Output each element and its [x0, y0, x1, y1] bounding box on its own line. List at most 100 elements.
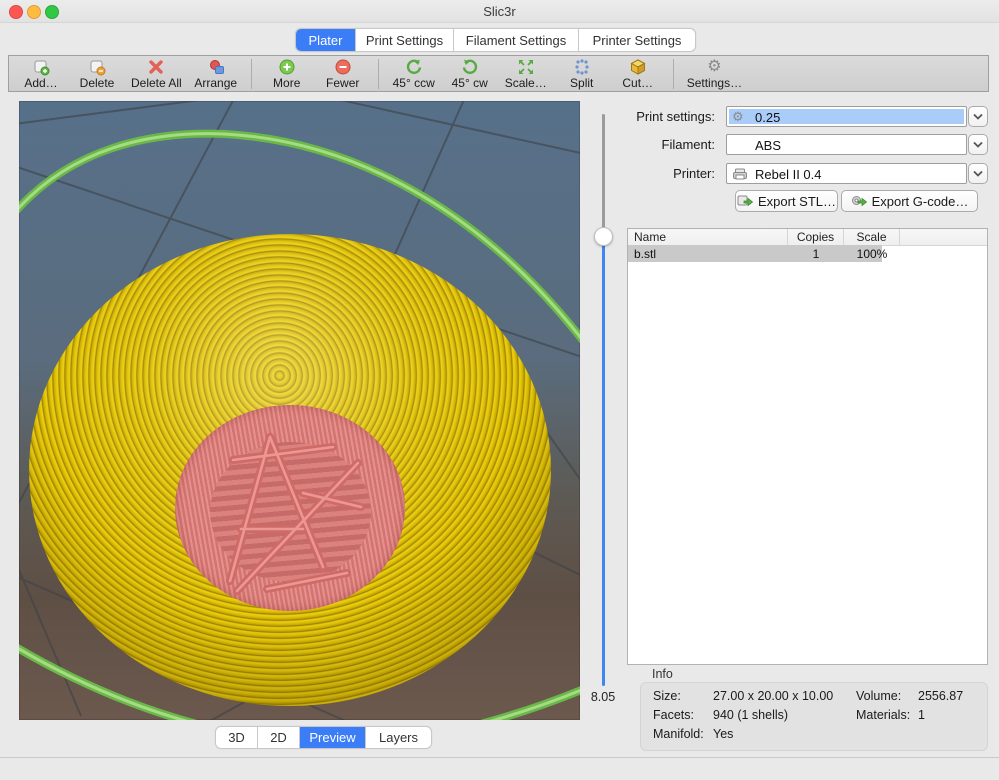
- table-row[interactable]: b.stl 1 100%: [628, 245, 987, 262]
- fewer-label: Fewer: [326, 77, 359, 90]
- plater-toolbar: Add… Delete Delete All Arrange More: [8, 55, 989, 92]
- tab-3d[interactable]: 3D: [216, 727, 258, 748]
- delete-all-label: Delete All: [131, 77, 182, 90]
- toolbar-separator: [673, 59, 674, 89]
- materials-value: 1: [918, 708, 963, 727]
- rotate-ccw-icon: [405, 58, 423, 76]
- gear-icon: ⚙: [707, 58, 721, 76]
- column-copies[interactable]: Copies: [788, 229, 844, 245]
- split-dots-icon: [573, 58, 591, 76]
- layer-slider-track-lower[interactable]: [602, 236, 605, 686]
- filament-label: Filament:: [600, 137, 715, 152]
- view-tab-bar: 3D 2D Preview Layers: [215, 726, 432, 749]
- green-plus-circle-icon: [278, 58, 296, 76]
- size-value: 27.00 x 20.00 x 10.00: [713, 689, 856, 708]
- main-tab-bar: Plater Print Settings Filament Settings …: [295, 28, 696, 52]
- delete-label: Delete: [80, 77, 115, 90]
- rotate-ccw-button[interactable]: 45° ccw: [386, 56, 442, 92]
- red-x-icon: [147, 58, 165, 76]
- printer-label: Printer:: [600, 166, 715, 181]
- chevron-down-icon: [973, 113, 983, 120]
- volume-label: Volume:: [856, 689, 918, 708]
- export-stl-label: Export STL…: [758, 194, 836, 209]
- filament-dropdown-button[interactable]: [968, 134, 988, 155]
- printer-dropdown-button[interactable]: [968, 163, 988, 184]
- gear-icon: ⚙: [732, 109, 744, 125]
- tab-2d[interactable]: 2D: [258, 727, 300, 748]
- add-package-icon: [31, 58, 51, 76]
- export-stl-button[interactable]: Export STL…: [735, 190, 838, 212]
- manifold-label: Manifold:: [653, 727, 713, 746]
- scale-arrows-icon: [517, 58, 535, 76]
- red-minus-circle-icon: [334, 58, 352, 76]
- tab-plater[interactable]: Plater: [296, 29, 356, 51]
- toolbar-separator: [251, 59, 252, 89]
- object-list[interactable]: Name Copies Scale b.stl 1 100%: [627, 228, 988, 665]
- layer-slider-thumb[interactable]: [594, 227, 613, 246]
- tab-print-settings[interactable]: Print Settings: [356, 29, 454, 51]
- column-scale[interactable]: Scale: [844, 229, 900, 245]
- manifold-value: Yes: [713, 727, 856, 746]
- cell-copies: 1: [788, 245, 844, 262]
- export-gear-icon: [851, 194, 867, 208]
- rotate-ccw-label: 45° ccw: [393, 77, 435, 90]
- print-settings-value: 0.25: [755, 110, 780, 125]
- split-label: Split: [570, 77, 593, 90]
- tab-preview[interactable]: Preview: [300, 727, 366, 748]
- volume-value: 2556.87: [918, 689, 963, 708]
- title-bar: Slic3r: [0, 0, 999, 23]
- export-gcode-button[interactable]: Export G-code…: [841, 190, 978, 212]
- split-button[interactable]: Split: [554, 56, 610, 92]
- slic3r-window: Slic3r Plater Print Settings Filament Se…: [0, 0, 999, 780]
- materials-label: Materials:: [856, 708, 918, 727]
- export-box-icon: [737, 194, 753, 208]
- rotate-cw-icon: [461, 58, 479, 76]
- preview-3d-canvas[interactable]: [19, 101, 580, 720]
- cell-name: b.stl: [628, 245, 788, 262]
- delete-all-button[interactable]: Delete All: [125, 56, 188, 92]
- more-label: More: [273, 77, 300, 90]
- rotate-cw-label: 45° cw: [452, 77, 488, 90]
- more-button[interactable]: More: [259, 56, 315, 92]
- sliced-model-large-dome[interactable]: [29, 234, 551, 706]
- cell-scale: 100%: [844, 245, 900, 262]
- layer-slider-value: 8.05: [583, 690, 623, 704]
- print-settings-dropdown-button[interactable]: [968, 106, 988, 127]
- info-section-title: Info: [652, 667, 673, 681]
- delete-button[interactable]: Delete: [69, 56, 125, 92]
- arrange-button[interactable]: Arrange: [188, 56, 244, 92]
- printer-combo[interactable]: Rebel II 0.4: [726, 163, 967, 184]
- export-gcode-label: Export G-code…: [872, 194, 969, 209]
- filament-value: ABS: [755, 138, 781, 153]
- tab-layers[interactable]: Layers: [366, 727, 431, 748]
- column-name[interactable]: Name: [628, 229, 788, 245]
- arrange-label: Arrange: [194, 77, 237, 90]
- infill-struts: [175, 405, 405, 611]
- tab-printer-settings[interactable]: Printer Settings: [579, 29, 695, 51]
- fewer-button[interactable]: Fewer: [315, 56, 371, 92]
- cut-label: Cut…: [622, 77, 653, 90]
- print-settings-combo[interactable]: ⚙ 0.25: [726, 106, 967, 127]
- facets-label: Facets:: [653, 708, 713, 727]
- rotate-cw-button[interactable]: 45° cw: [442, 56, 498, 92]
- tab-filament-settings[interactable]: Filament Settings: [454, 29, 579, 51]
- toolbar-separator: [378, 59, 379, 89]
- settings-button[interactable]: ⚙ Settings…: [681, 56, 748, 92]
- scale-button[interactable]: Scale…: [498, 56, 554, 92]
- delete-package-icon: [87, 58, 107, 76]
- add-label: Add…: [24, 77, 57, 90]
- cut-cube-icon: [629, 58, 647, 76]
- add-button[interactable]: Add…: [13, 56, 69, 92]
- filament-combo[interactable]: ABS: [726, 134, 967, 155]
- status-bar-divider: [0, 757, 999, 758]
- chevron-down-icon: [973, 141, 983, 148]
- chevron-down-icon: [973, 170, 983, 177]
- arrange-objects-icon: [206, 58, 226, 76]
- info-panel: Size: 27.00 x 20.00 x 10.00 Volume: 2556…: [640, 682, 988, 751]
- size-label: Size:: [653, 689, 713, 708]
- print-settings-label: Print settings:: [600, 109, 715, 124]
- scale-label: Scale…: [505, 77, 547, 90]
- printer-icon: [732, 166, 748, 182]
- cut-button[interactable]: Cut…: [610, 56, 666, 92]
- facets-value: 940 (1 shells): [713, 708, 856, 727]
